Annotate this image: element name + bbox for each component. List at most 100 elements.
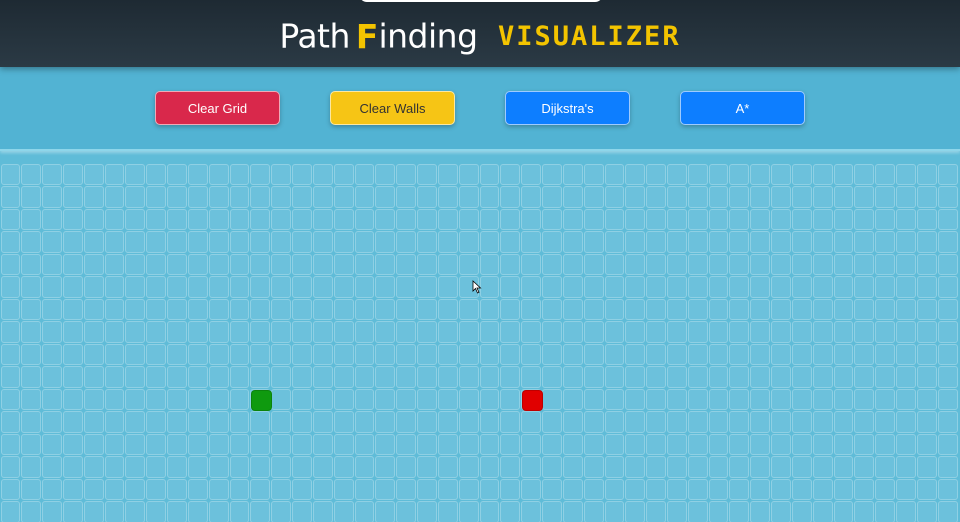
grid-cell[interactable] — [771, 456, 791, 478]
grid-cell[interactable] — [167, 343, 187, 365]
grid-cell[interactable] — [208, 501, 229, 522]
grid-cell[interactable] — [0, 163, 21, 185]
grid-cell[interactable] — [750, 186, 771, 208]
grid-cell[interactable] — [625, 231, 646, 253]
grid-cell[interactable] — [937, 231, 958, 253]
grid-cell[interactable] — [417, 456, 437, 478]
grid-cell[interactable] — [771, 208, 791, 230]
grid-cell[interactable] — [729, 208, 750, 230]
grid-cell[interactable] — [875, 163, 896, 185]
grid-cell[interactable] — [250, 163, 271, 185]
grid-cell[interactable] — [292, 163, 312, 185]
grid-cell[interactable] — [271, 343, 292, 365]
grid-cell[interactable] — [875, 501, 896, 522]
grid-cell[interactable] — [125, 433, 146, 455]
grid-cell[interactable] — [250, 253, 271, 275]
grid-cell[interactable] — [854, 253, 875, 275]
grid-cell[interactable] — [83, 298, 104, 320]
grid-cell[interactable] — [208, 298, 229, 320]
grid-cell[interactable] — [791, 456, 812, 478]
grid-cell[interactable] — [542, 501, 562, 522]
grid-cell[interactable] — [479, 163, 500, 185]
grid-cell[interactable] — [479, 276, 500, 298]
grid-cell[interactable] — [208, 276, 229, 298]
grid-cell[interactable] — [125, 411, 146, 433]
grid-cell[interactable] — [104, 163, 125, 185]
grid-cell[interactable] — [458, 433, 479, 455]
grid-cell[interactable] — [458, 231, 479, 253]
grid-cell[interactable] — [750, 456, 771, 478]
grid-cell[interactable] — [583, 501, 604, 522]
grid-cell[interactable] — [562, 276, 583, 298]
grid-cell[interactable] — [417, 186, 437, 208]
grid-cell[interactable] — [292, 208, 312, 230]
grid-cell[interactable] — [354, 343, 375, 365]
grid-cell[interactable] — [458, 411, 479, 433]
grid-cell[interactable] — [562, 478, 583, 500]
grid-cell[interactable] — [354, 163, 375, 185]
grid-cell[interactable] — [458, 388, 479, 410]
grid-cell[interactable] — [791, 366, 812, 388]
grid-cell[interactable] — [771, 298, 791, 320]
grid-cell[interactable] — [583, 186, 604, 208]
grid-cell[interactable] — [646, 456, 666, 478]
grid-cell[interactable] — [229, 478, 250, 500]
grid-cell[interactable] — [229, 208, 250, 230]
grid-cell[interactable] — [250, 501, 271, 522]
grid-cell[interactable] — [916, 208, 937, 230]
grid-cell[interactable] — [521, 276, 542, 298]
grid-cell[interactable] — [83, 343, 104, 365]
grid-cell[interactable] — [229, 253, 250, 275]
grid-cell[interactable] — [708, 343, 729, 365]
grid-cell[interactable] — [271, 433, 292, 455]
grid-cell[interactable] — [812, 321, 833, 343]
grid-cell[interactable] — [104, 433, 125, 455]
grid-cell[interactable] — [146, 231, 167, 253]
grid-cell[interactable] — [791, 501, 812, 522]
grid-cell[interactable] — [812, 231, 833, 253]
grid-cell[interactable] — [812, 433, 833, 455]
grid-cell[interactable] — [625, 411, 646, 433]
grid-cell[interactable] — [708, 186, 729, 208]
grid-cell[interactable] — [896, 343, 916, 365]
grid-cell[interactable] — [83, 478, 104, 500]
grid-cell[interactable] — [812, 478, 833, 500]
grid-cell[interactable] — [625, 253, 646, 275]
grid-cell[interactable] — [479, 478, 500, 500]
grid-cell[interactable] — [333, 366, 354, 388]
grid-cell[interactable] — [791, 253, 812, 275]
grid-cell[interactable] — [646, 208, 666, 230]
grid-cell[interactable] — [125, 321, 146, 343]
grid-cell[interactable] — [0, 501, 21, 522]
grid-cell[interactable] — [417, 253, 437, 275]
grid-cell[interactable] — [21, 186, 42, 208]
grid-cell[interactable] — [146, 208, 167, 230]
grid-cell[interactable] — [750, 231, 771, 253]
grid-cell[interactable] — [312, 163, 333, 185]
grid-cell[interactable] — [271, 478, 292, 500]
grid-cell[interactable] — [437, 298, 458, 320]
grid-cell[interactable] — [646, 366, 666, 388]
grid-cell[interactable] — [750, 411, 771, 433]
grid-cell[interactable] — [521, 411, 542, 433]
grid-cell[interactable] — [604, 433, 625, 455]
grid-cell[interactable] — [833, 321, 854, 343]
grid-cell[interactable] — [542, 366, 562, 388]
grid-cell[interactable] — [125, 343, 146, 365]
grid-cell[interactable] — [125, 478, 146, 500]
grid-cell[interactable] — [521, 163, 542, 185]
grid-cell[interactable] — [583, 163, 604, 185]
grid-cell[interactable] — [687, 208, 708, 230]
grid-cell[interactable] — [271, 456, 292, 478]
grid-cell[interactable] — [500, 163, 521, 185]
grid-cell[interactable] — [437, 411, 458, 433]
grid-cell[interactable] — [21, 478, 42, 500]
grid-cell[interactable] — [271, 411, 292, 433]
grid-cell[interactable] — [916, 501, 937, 522]
grid-cell[interactable] — [833, 343, 854, 365]
grid-cell[interactable] — [625, 186, 646, 208]
grid-cell[interactable] — [562, 163, 583, 185]
grid-cell[interactable] — [687, 501, 708, 522]
grid-cell[interactable] — [104, 366, 125, 388]
grid-cell[interactable] — [833, 433, 854, 455]
